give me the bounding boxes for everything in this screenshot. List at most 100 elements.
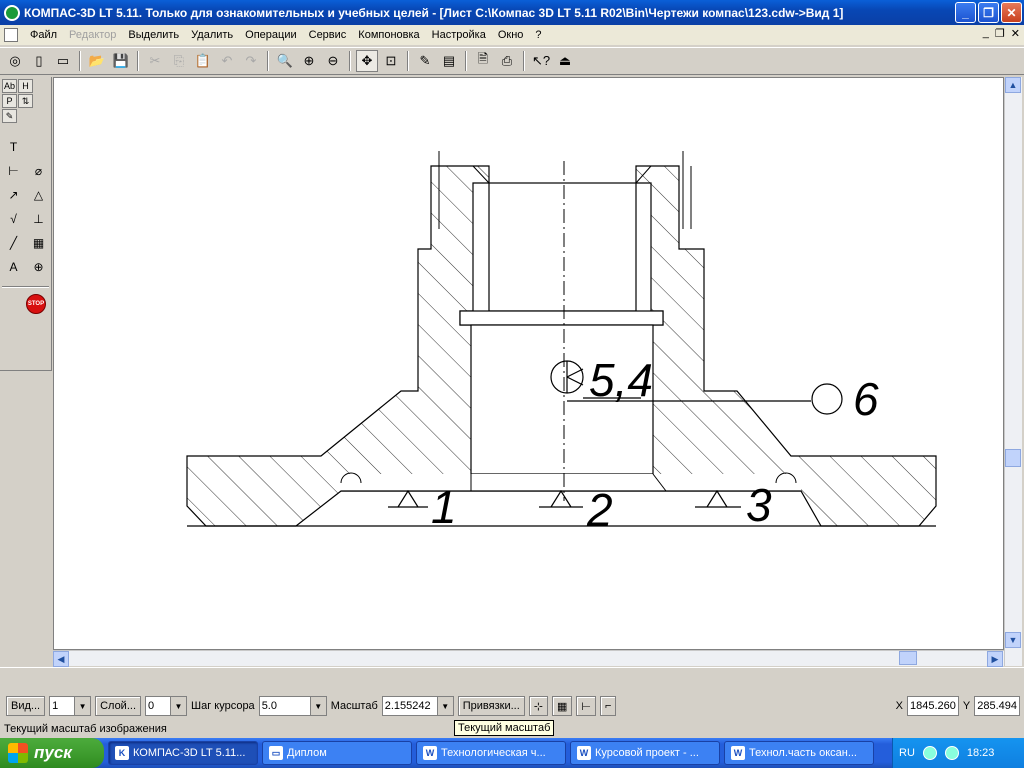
scroll-right-icon[interactable]: ▶ [987,651,1003,667]
x-coord-field[interactable]: 1845.260 [907,696,959,716]
pencil-icon[interactable]: ✎ [414,50,436,72]
doc-close-button[interactable]: ✕ [1011,27,1020,40]
zoom-window-icon[interactable]: ⊡ [380,50,402,72]
help-pointer-icon[interactable]: ↖? [530,50,552,72]
stop-button[interactable]: STOP [26,294,46,314]
snaps-button[interactable]: Привязки... [457,696,525,716]
roughness-icon[interactable]: √ [2,207,25,230]
task-label: Курсовой проект - ... [595,747,699,759]
chevron-down-icon[interactable]: ▼ [309,697,326,715]
local-cs-icon[interactable]: ⊢ [576,696,596,716]
y-coord-label: Y [962,700,971,712]
vertical-scrollbar[interactable]: ▲ ▼ [1004,77,1022,666]
menu-service[interactable]: Сервис [303,29,353,41]
print-icon[interactable]: ⎙ [496,50,518,72]
scale-select[interactable]: 2.155242 ▼ [381,696,454,716]
taskbar: пуск K КОМПАС-3D LT 5.11... ▭ Диплом W Т… [0,738,1024,768]
text-tool-icon[interactable]: T [2,135,25,158]
close-button[interactable]: ✕ [1001,2,1022,23]
chevron-down-icon[interactable]: ▼ [74,697,91,715]
angle-dimension-icon[interactable]: △ [27,183,50,206]
language-indicator[interactable]: RU [899,747,915,759]
redo-icon[interactable]: ↷ [240,50,262,72]
exit-icon[interactable]: ⏏ [554,50,576,72]
scroll-left-icon[interactable]: ◀ [53,651,69,667]
task-kompas[interactable]: K КОМПАС-3D LT 5.11... [108,741,258,765]
start-button[interactable]: пуск [0,738,104,768]
frame-icon[interactable]: ▤ [438,50,460,72]
layers-icon[interactable]: ◎ [4,50,26,72]
view-button[interactable]: Вид... [6,696,46,716]
doc-minimize-button[interactable]: _ [983,27,989,40]
linear-dimension-icon[interactable]: ⊢ [2,159,25,182]
diameter-dimension-icon[interactable]: ⌀ [27,159,50,182]
menu-operations[interactable]: Операции [239,29,302,41]
cursor-step-select[interactable]: 5.0 ▼ [258,696,327,716]
center-mark-icon[interactable]: ⊕ [27,255,50,278]
new-sheet-icon[interactable]: ▭ [52,50,74,72]
panel-tab-edit[interactable]: ⇅ [18,94,33,108]
radius-dimension-icon[interactable]: ↗ [2,183,25,206]
panel-tab-select[interactable]: ✎ [2,109,17,123]
vertical-scroll-thumb[interactable] [1005,449,1021,467]
ortho-icon[interactable]: ⌐ [599,696,617,716]
task-word-3[interactable]: W Технол.часть оксан... [724,741,874,765]
chevron-down-icon[interactable]: ▼ [436,697,453,715]
menu-help[interactable]: ? [529,29,547,41]
menu-settings[interactable]: Настройка [426,29,492,41]
menu-file[interactable]: Файл [24,29,63,41]
zoom-fit-icon[interactable]: 🔍 [274,50,296,72]
minimize-button[interactable]: _ [955,2,976,23]
drawing-canvas[interactable]: 1 2 3 5,4 6 [53,77,1004,650]
leader-icon[interactable]: ╱ [2,231,25,254]
document-icon[interactable] [4,28,18,42]
toolbar-separator [137,51,139,71]
callout-2: 2 [586,484,613,536]
panel-tab-text[interactable]: Ab [2,79,17,93]
cursor-step-label: Шаг курсора [191,700,255,712]
tolerance-icon[interactable]: ▦ [27,231,50,254]
maximize-button[interactable]: ❐ [978,2,999,23]
doc-restore-button[interactable]: ❐ [995,27,1005,40]
layer-select[interactable]: 0 ▼ [145,696,187,716]
view-select[interactable]: 1 ▼ [49,696,92,716]
scroll-down-icon[interactable]: ▼ [1005,632,1021,648]
chevron-down-icon[interactable]: ▼ [170,697,186,715]
position-icon[interactable]: A [2,255,25,278]
view-value: 1 [52,700,59,712]
menu-editor[interactable]: Редактор [63,29,122,41]
y-coord-field[interactable]: 285.494 [974,696,1020,716]
task-word-1[interactable]: W Технологическая ч... [416,741,566,765]
task-word-2[interactable]: W Курсовой проект - ... [570,741,720,765]
menu-delete[interactable]: Удалить [185,29,239,41]
scroll-up-icon[interactable]: ▲ [1005,77,1021,93]
zoom-out-icon[interactable]: ⊖ [322,50,344,72]
paste-icon[interactable]: 📋 [192,50,214,72]
panel-tab-dimensions[interactable]: H [18,79,33,93]
task-diplom[interactable]: ▭ Диплом [262,741,412,765]
pan-icon[interactable]: ✥ [356,50,378,72]
panel-tab-p[interactable]: P [2,94,17,108]
menu-layout[interactable]: Компоновка [352,29,425,41]
part-drawing: 1 2 3 5,4 6 [186,151,937,536]
undo-icon[interactable]: ↶ [216,50,238,72]
volume-icon[interactable] [944,746,959,760]
zoom-in-icon[interactable]: ⊕ [298,50,320,72]
menu-window[interactable]: Окно [492,29,530,41]
menu-select[interactable]: Выделить [122,29,185,41]
cut-icon[interactable]: ✂ [144,50,166,72]
preview-icon[interactable]: 🗎 [472,50,494,72]
groove [459,310,664,326]
horizontal-scroll-thumb[interactable] [899,651,917,665]
horizontal-scrollbar[interactable]: ◀ ▶ [53,650,1004,667]
save-icon[interactable]: 💾 [110,50,132,72]
base-mark-icon[interactable]: ⊥ [27,207,50,230]
network-icon[interactable] [922,746,937,760]
open-icon[interactable]: 📂 [86,50,108,72]
snap-settings-icon[interactable]: ⊹ [528,696,548,716]
datum-mark-1 [388,489,428,508]
layer-button[interactable]: Слой... [95,696,141,716]
grid-icon[interactable]: ▦ [551,696,573,716]
new-doc-icon[interactable]: ▯ [28,50,50,72]
copy-icon[interactable]: ⎘ [168,50,190,72]
